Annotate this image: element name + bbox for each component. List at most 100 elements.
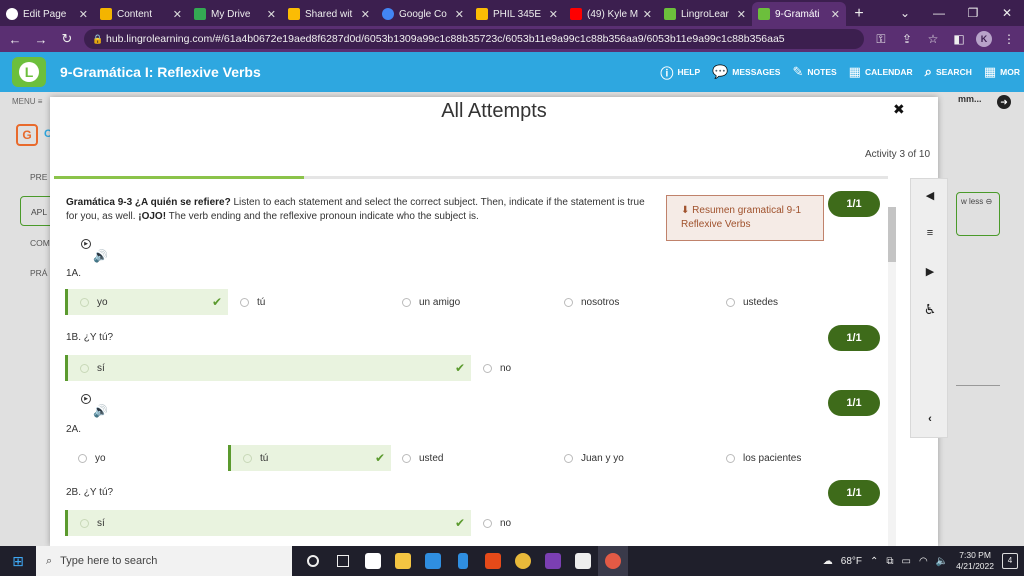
previous-icon[interactable]: ◀ xyxy=(911,189,949,202)
browser-menu-icon[interactable]: ⋮ xyxy=(1000,32,1018,46)
lingro-logo[interactable]: L xyxy=(12,57,46,87)
wifi-icon[interactable]: ◠ xyxy=(919,556,928,567)
tab-label: My Drive xyxy=(211,8,251,20)
answer-option[interactable]: usted xyxy=(402,445,552,471)
windows-start-icon[interactable]: ⊞ xyxy=(0,553,36,570)
answer-option[interactable]: nosotros xyxy=(564,289,714,315)
close-tab-icon[interactable]: ✕ xyxy=(267,8,276,21)
minimize-icon[interactable]: — xyxy=(922,6,956,20)
answer-option-selected[interactable]: sí ✔ xyxy=(65,510,471,536)
answer-option[interactable]: no xyxy=(483,510,633,536)
bg-nav-item[interactable]: COM xyxy=(30,238,50,248)
close-tab-icon[interactable]: ✕ xyxy=(831,8,840,21)
messages-link[interactable]: 💬 MESSAGES xyxy=(712,64,780,80)
tab-search-icon[interactable]: ⌄ xyxy=(888,6,922,20)
list-icon[interactable]: ≡ xyxy=(911,227,949,239)
answer-option[interactable]: no xyxy=(483,355,633,381)
next-arrow-icon[interactable]: ➜ xyxy=(997,95,1011,109)
answer-option-selected[interactable]: sí ✔ xyxy=(65,355,471,381)
restore-icon[interactable]: ❐ xyxy=(956,6,990,20)
taskbar-search[interactable]: ⌕ Type here to search xyxy=(36,546,292,576)
cortana-icon[interactable] xyxy=(298,546,328,576)
close-tab-icon[interactable]: ✕ xyxy=(79,8,88,21)
more-link[interactable]: ▦ MOR xyxy=(984,64,1020,80)
resumen-gramatical-button[interactable]: ⬇ Resumen gramatical 9-1 Reflexive Verbs xyxy=(666,195,824,241)
show-less-label: w less xyxy=(961,197,984,206)
browser-tab[interactable]: PHIL 345E ✕ xyxy=(470,2,564,26)
notes-link[interactable]: ✎ NOTES xyxy=(792,64,836,80)
close-tab-icon[interactable]: ✕ xyxy=(173,8,182,21)
answer-option[interactable]: los pacientes xyxy=(726,445,876,471)
bg-nav-item[interactable]: PRE xyxy=(30,172,47,182)
browser-tab[interactable]: (49) Kyle M ✕ xyxy=(564,2,658,26)
next-icon[interactable]: ▶ xyxy=(911,265,949,278)
browser-tab[interactable]: Shared wit ✕ xyxy=(282,2,376,26)
store-icon[interactable] xyxy=(568,546,598,576)
vscode-icon[interactable] xyxy=(448,546,478,576)
back-icon[interactable]: ← xyxy=(6,32,24,47)
bookmark-star-icon[interactable]: ☆ xyxy=(924,32,942,46)
speaker-icon[interactable]: 🔊 xyxy=(93,249,108,263)
close-tab-icon[interactable]: ✕ xyxy=(737,8,746,21)
reload-icon[interactable]: ↻ xyxy=(58,31,76,47)
forward-icon[interactable]: → xyxy=(32,32,50,47)
calendar-link[interactable]: ▦ CALENDAR xyxy=(849,64,913,80)
mail-icon[interactable] xyxy=(418,546,448,576)
menu-button[interactable]: MENU ≡ xyxy=(12,97,42,106)
speaker-icon[interactable]: 🔊 xyxy=(93,404,108,418)
bg-nav-item[interactable]: PRÁ xyxy=(30,268,47,278)
browser-tab[interactable]: Edit Page ✕ xyxy=(0,2,94,26)
close-window-icon[interactable]: ✕ xyxy=(990,6,1024,20)
file-explorer-icon[interactable] xyxy=(388,546,418,576)
key-icon[interactable]: ⚿ xyxy=(872,32,890,47)
answer-option-selected[interactable]: tú ✔ xyxy=(228,445,391,471)
bg-nav-item-active[interactable]: APL xyxy=(20,196,54,226)
collapse-icon[interactable]: ‹ xyxy=(911,413,949,425)
help-link[interactable]: ⓘ HELP xyxy=(660,63,700,82)
modal-scrollbar[interactable] xyxy=(888,207,896,546)
browser-tab-active[interactable]: 9-Gramáti ✕ xyxy=(752,2,846,26)
meet-icon[interactable]: ⧉ xyxy=(886,556,893,567)
chevron-up-icon[interactable]: ⌃ xyxy=(870,556,878,567)
browser-tab[interactable]: My Drive ✕ xyxy=(188,2,282,26)
volume-icon[interactable]: 🔈 xyxy=(936,556,948,567)
browser-tab[interactable]: LingroLear ✕ xyxy=(658,2,752,26)
browser-tab[interactable]: Content ✕ xyxy=(94,2,188,26)
messages-label: MESSAGES xyxy=(732,67,781,77)
close-tab-icon[interactable]: ✕ xyxy=(455,8,464,21)
radio-button xyxy=(80,518,89,528)
search-link[interactable]: ⌕ SEARCH xyxy=(925,64,972,80)
close-tab-icon[interactable]: ✕ xyxy=(549,8,558,21)
new-tab-button[interactable]: + xyxy=(846,2,872,26)
close-icon[interactable]: ✖ xyxy=(893,101,905,118)
clock[interactable]: 7:30 PM 4/21/2022 xyxy=(956,550,994,572)
answer-option[interactable]: Juan y yo xyxy=(564,445,714,471)
amazon-icon[interactable] xyxy=(358,546,388,576)
play-icon[interactable]: ▶ xyxy=(81,239,91,249)
show-less-panel[interactable]: w less ⊖ xyxy=(956,192,1000,236)
play-icon[interactable]: ▶ xyxy=(81,394,91,404)
office-icon[interactable] xyxy=(478,546,508,576)
onenote-icon[interactable] xyxy=(538,546,568,576)
answer-option[interactable]: ustedes xyxy=(726,289,876,315)
weather-temp[interactable]: 68°F xyxy=(841,556,862,567)
chrome-icon[interactable] xyxy=(508,546,538,576)
answer-option[interactable]: un amigo xyxy=(402,289,552,315)
sidepanel-icon[interactable]: ◧ xyxy=(950,32,968,46)
accessibility-icon[interactable]: ♿ xyxy=(911,301,949,318)
weather-icon[interactable]: ☁ xyxy=(823,556,833,567)
chrome-profile-icon[interactable] xyxy=(598,546,628,576)
notification-icon[interactable]: 4 xyxy=(1002,553,1018,569)
profile-avatar[interactable]: K xyxy=(976,31,992,47)
battery-icon[interactable]: ▭ xyxy=(902,556,911,567)
scrollbar-thumb[interactable] xyxy=(888,207,896,262)
task-view-icon[interactable] xyxy=(328,546,358,576)
url-input[interactable]: 🔒 hub.lingrolearning.com/#/61a4b0672e19ae… xyxy=(84,29,864,49)
share-icon[interactable]: ⇪ xyxy=(898,32,916,46)
answer-option[interactable]: tú xyxy=(240,289,390,315)
answer-option[interactable]: yo xyxy=(78,445,228,471)
close-tab-icon[interactable]: ✕ xyxy=(361,8,370,21)
close-tab-icon[interactable]: ✕ xyxy=(643,8,652,21)
browser-tab[interactable]: Google Co ✕ xyxy=(376,2,470,26)
answer-option-selected[interactable]: yo ✔ xyxy=(65,289,228,315)
